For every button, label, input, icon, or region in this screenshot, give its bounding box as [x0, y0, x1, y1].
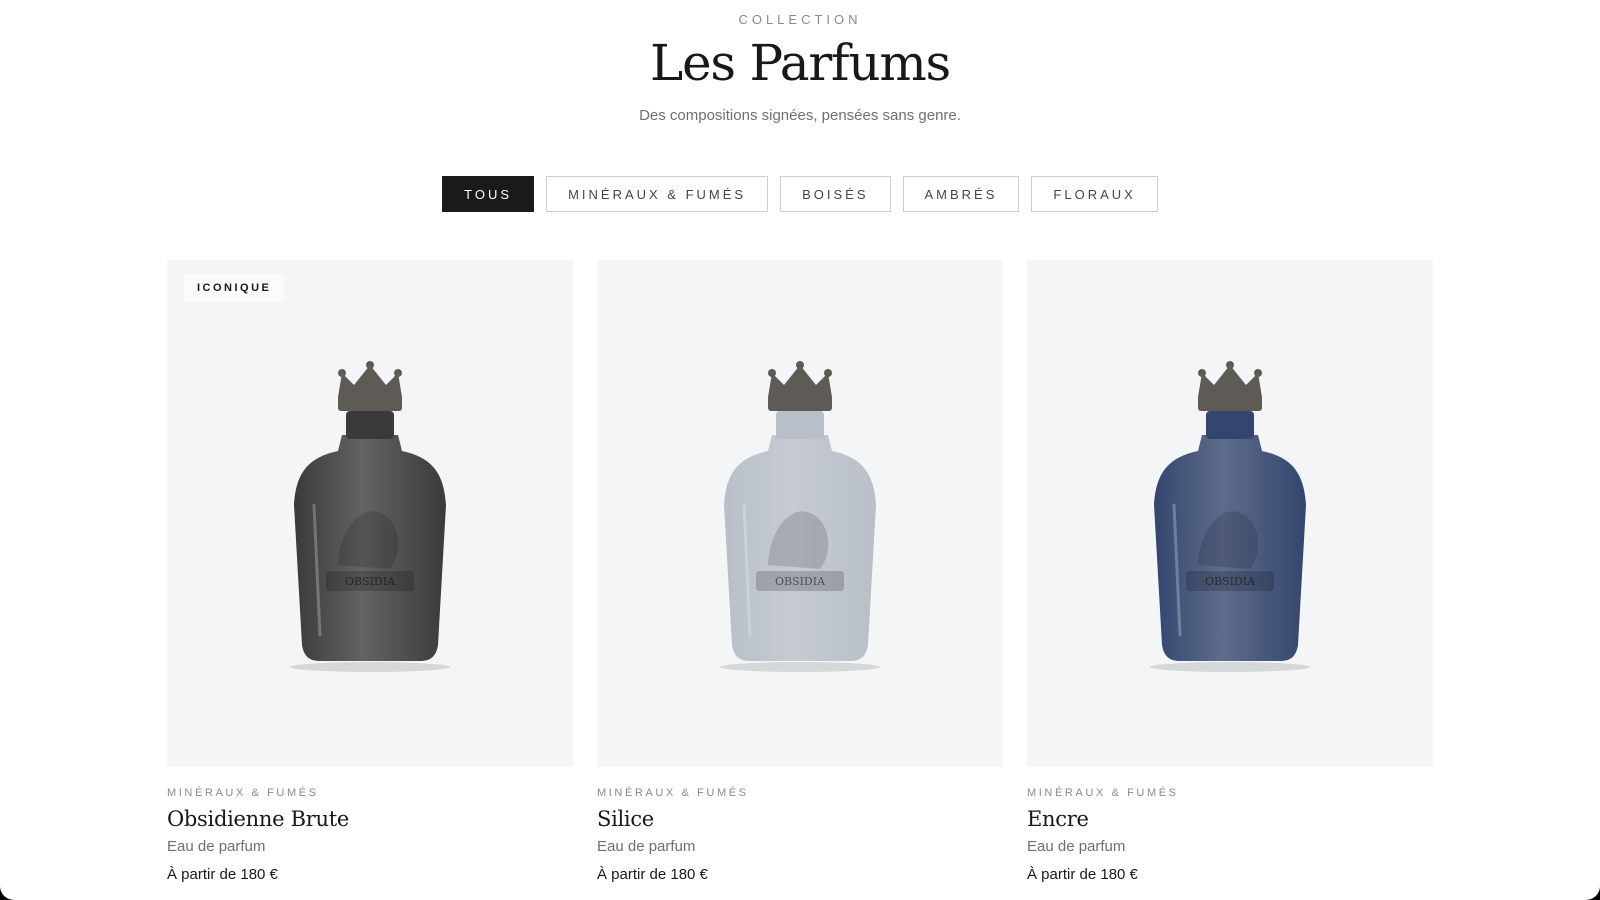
perfume-bottle-image: OBSIDIA	[720, 361, 880, 672]
page-title: Les Parfums	[649, 34, 951, 92]
product-category: MINÉRAUX & FUMÉS	[167, 787, 319, 799]
perfume-bottle-image: OBSIDIA	[290, 361, 450, 672]
product-price: À partir de 180 €	[597, 866, 708, 883]
svg-text:OBSIDIA: OBSIDIA	[1205, 575, 1256, 588]
product-name[interactable]: Silice	[597, 807, 1003, 831]
filter-boises[interactable]: BOISÉS	[780, 176, 891, 212]
filter-tous[interactable]: TOUS	[442, 176, 535, 212]
svg-text:OBSIDIA: OBSIDIA	[775, 575, 826, 588]
product-type: Eau de parfum	[167, 838, 266, 855]
product-image[interactable]: OBSIDIA	[597, 260, 1003, 767]
filter-bar: TOUS MINÉRAUX & FUMÉS BOISÉS AMBRÉS FLOR…	[0, 176, 1600, 212]
product-name[interactable]: Obsidienne Brute	[167, 807, 573, 831]
collection-eyebrow: COLLECTION	[738, 12, 862, 27]
product-category: MINÉRAUX & FUMÉS	[1027, 787, 1179, 799]
product-image[interactable]: OBSIDIA	[1027, 260, 1433, 767]
product-image[interactable]: ICONIQUE OBSIDIA	[167, 260, 573, 767]
page-subtitle: Des compositions signées, pensées sans g…	[639, 107, 961, 124]
filter-floraux[interactable]: FLORAUX	[1031, 176, 1158, 212]
iconic-badge: ICONIQUE	[184, 274, 285, 302]
product-grid: ICONIQUE OBSIDIA MINÉRAUX & FUMÉS Obsidi…	[167, 260, 1433, 883]
product-price: À partir de 180 €	[1027, 866, 1138, 883]
product-type: Eau de parfum	[1027, 838, 1126, 855]
product-card[interactable]: ICONIQUE OBSIDIA MINÉRAUX & FUMÉS Obsidi…	[167, 260, 573, 883]
product-card[interactable]: OBSIDIA MINÉRAUX & FUMÉS Encre Eau de pa…	[1027, 260, 1433, 883]
filter-mineraux-fumes[interactable]: MINÉRAUX & FUMÉS	[546, 176, 769, 212]
perfume-bottle-image: OBSIDIA	[1150, 361, 1310, 672]
product-card[interactable]: OBSIDIA MINÉRAUX & FUMÉS Silice Eau de p…	[597, 260, 1003, 883]
product-type: Eau de parfum	[597, 838, 696, 855]
page: COLLECTION Les Parfums Des compositions …	[0, 0, 1600, 900]
svg-text:OBSIDIA: OBSIDIA	[345, 575, 396, 588]
product-name[interactable]: Encre	[1027, 807, 1433, 831]
product-price: À partir de 180 €	[167, 866, 278, 883]
product-category: MINÉRAUX & FUMÉS	[597, 787, 749, 799]
filter-ambres[interactable]: AMBRÉS	[902, 176, 1020, 212]
